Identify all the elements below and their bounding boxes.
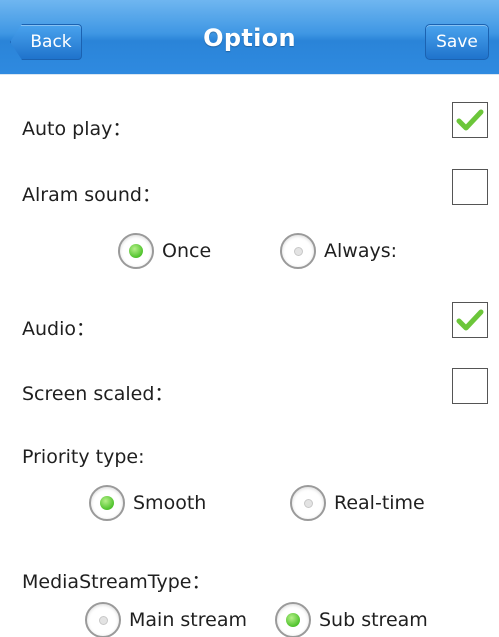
audio-checkbox[interactable]: [452, 302, 488, 338]
radio-once[interactable]: Once: [118, 233, 211, 269]
radio-selected-dot: [286, 613, 300, 627]
media-stream-type-label: MediaStreamType：: [22, 571, 211, 593]
radio-always[interactable]: Always:: [280, 233, 397, 269]
radio-smooth[interactable]: Smooth: [89, 485, 206, 521]
alarm-sound-checkbox[interactable]: [452, 169, 488, 205]
radio-selected-dot: [129, 244, 143, 258]
radio-button[interactable]: [89, 485, 125, 521]
radio-sub-stream-label: Sub stream: [319, 609, 428, 631]
radio-once-label: Once: [162, 240, 212, 262]
radio-main-stream[interactable]: Main stream: [85, 602, 247, 637]
auto-play-label: Auto play：: [22, 118, 132, 140]
radio-button[interactable]: [118, 233, 154, 269]
priority-type-label: Priority type:: [22, 446, 145, 468]
radio-unselected-dot: [293, 246, 303, 256]
radio-main-stream-label: Main stream: [129, 609, 247, 631]
checkmark-icon: [456, 109, 484, 131]
screen-scaled-checkbox[interactable]: [452, 368, 488, 404]
radio-sub-stream[interactable]: Sub stream: [275, 602, 428, 637]
radio-always-label: Always:: [324, 240, 398, 262]
checkmark-icon: [456, 309, 484, 331]
alarm-sound-label: Alram sound：: [22, 184, 161, 206]
radio-button[interactable]: [290, 485, 326, 521]
radio-real-time-label: Real-time: [334, 492, 425, 514]
radio-button[interactable]: [275, 602, 311, 637]
radio-selected-dot: [100, 496, 114, 510]
radio-button[interactable]: [85, 602, 121, 637]
top-bar: Back Option Save: [0, 0, 499, 75]
auto-play-checkbox[interactable]: [452, 102, 488, 138]
audio-label: Audio：: [22, 318, 96, 340]
radio-unselected-dot: [303, 498, 313, 508]
radio-real-time[interactable]: Real-time: [290, 485, 425, 521]
save-button-label: Save: [436, 32, 478, 52]
screen-scaled-label: Screen scaled：: [22, 383, 174, 405]
radio-smooth-label: Smooth: [133, 492, 207, 514]
radio-button[interactable]: [280, 233, 316, 269]
save-button[interactable]: Save: [425, 24, 489, 60]
radio-unselected-dot: [98, 615, 108, 625]
